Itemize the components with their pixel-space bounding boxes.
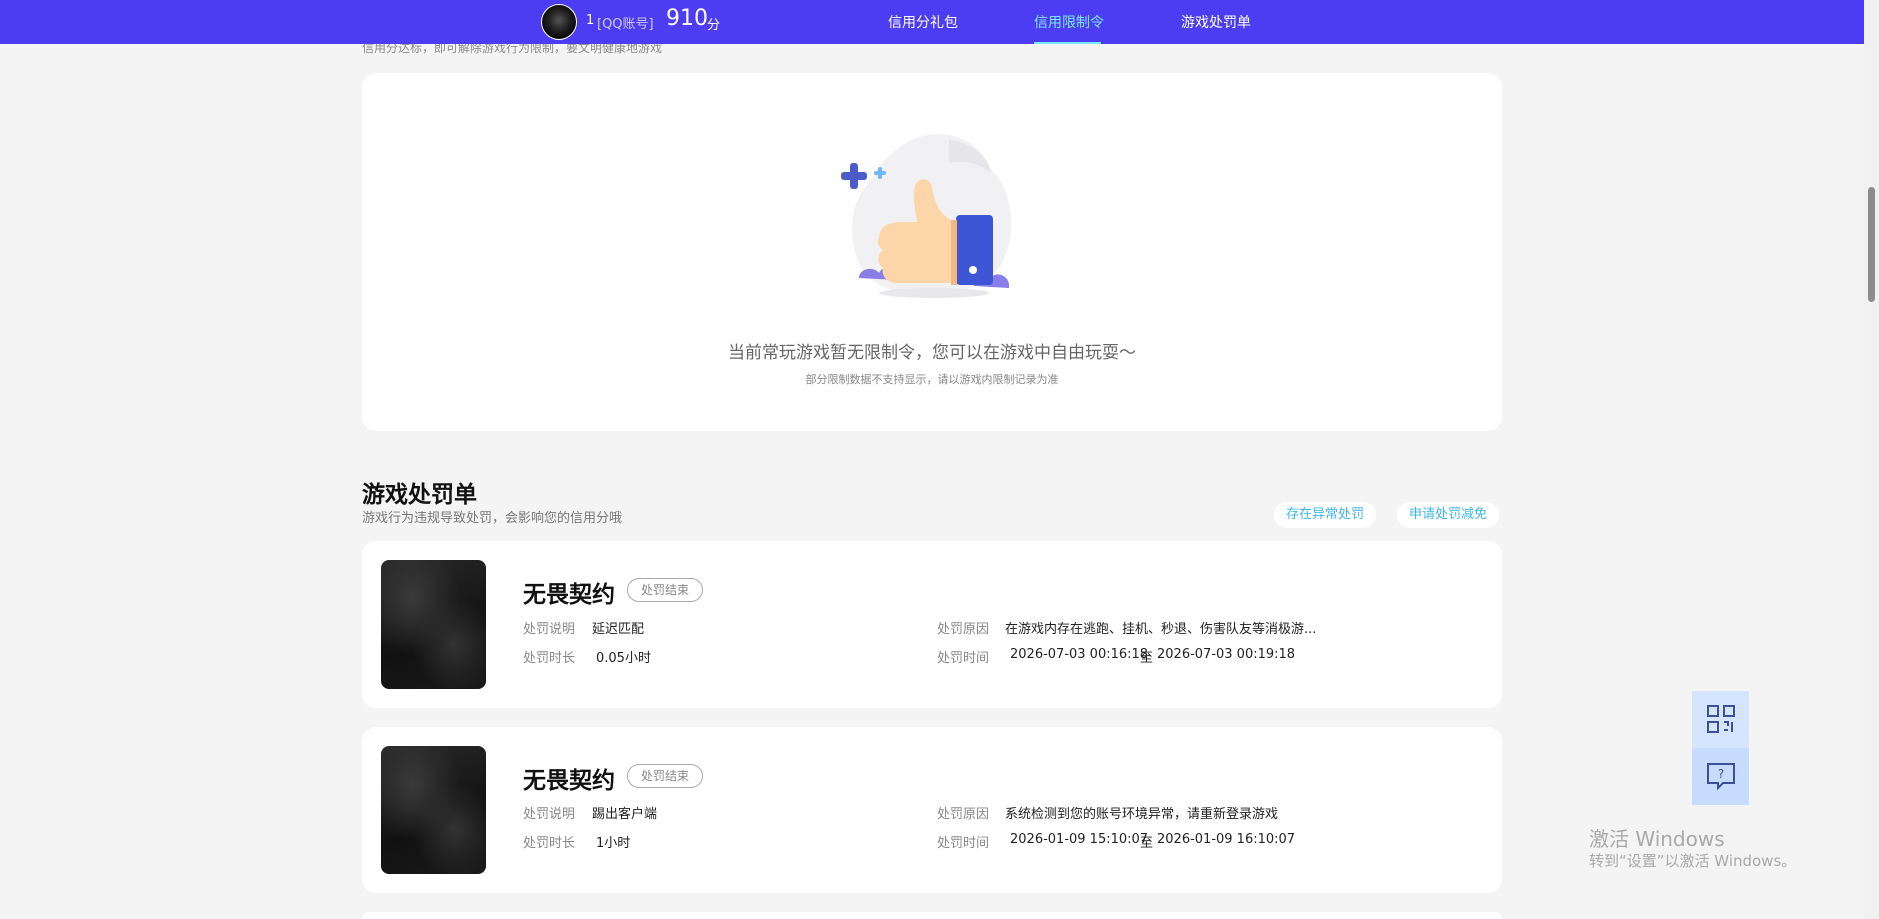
penalty-card[interactable]: 无畏契约 处罚结束 处罚说明 延迟匹配 处罚时长 0.05小时 处罚原因 在游戏… [362,541,1502,708]
desc-value: 延迟匹配 [592,622,645,637]
game-thumbnail [381,746,486,874]
time-to: 至 [1140,836,1154,851]
reason-label: 处罚原因 [937,807,990,822]
reason-value: 在游戏内存在逃跑、挂机、秒退、伤害队友等消极游... [1005,622,1317,637]
no-restriction-message: 当前常玩游戏暂无限制令，您可以在游戏中自由玩耍～ [728,343,1136,363]
top-nav-bar: 1 [QQ账号] 910 分 信用分礼包 信用限制令 游戏处罚单 [0,0,1864,44]
qr-code-button[interactable] [1692,691,1749,748]
scrollbar-track[interactable] [1864,0,1879,919]
restriction-empty-panel: 当前常玩游戏暂无限制令，您可以在游戏中自由玩耍～ 部分限制数据不支持显示，请以游… [362,73,1502,431]
desc-label: 处罚说明 [523,622,576,637]
apply-reduction-button[interactable]: 申请处罚减免 [1397,502,1500,528]
time-start: 2026-07-03 00:16:18 [1010,647,1149,662]
time-label: 处罚时间 [937,651,990,666]
game-name: 无畏契约 [523,768,615,794]
avatar[interactable] [541,4,577,40]
duration-label: 处罚时长 [523,651,576,666]
status-badge: 处罚结束 [627,764,704,788]
duration-value: 0.05小时 [596,651,651,666]
reason-value: 系统检测到您的账号环境异常，请重新登录游戏 [1005,807,1279,822]
penalty-section-subtitle: 游戏行为违规导致处罚，会影响您的信用分哦 [362,511,623,526]
account-type: [QQ账号] [597,17,654,32]
time-label: 处罚时间 [937,836,990,851]
windows-activation-hint: 转到“设置”以激活 Windows。 [1589,852,1797,870]
nav-game-penalty[interactable]: 游戏处罚单 [1181,12,1251,32]
svg-text:?: ? [1718,767,1724,781]
desc-value: 踢出客户端 [592,807,658,822]
reason-label: 处罚原因 [937,622,990,637]
question-chat-icon: ? [1707,763,1735,791]
nav-credit-gift[interactable]: 信用分礼包 [888,12,958,32]
game-name: 无畏契约 [523,582,615,608]
penalty-card[interactable]: 无畏契约 处罚结束 处罚说明 踢出客户端 处罚时长 1小时 处罚原因 系统检测到… [362,727,1502,893]
time-end: 2026-07-03 00:19:18 [1157,647,1296,662]
status-badge: 处罚结束 [627,578,704,602]
windows-activation-title: 激活 Windows [1589,827,1725,851]
time-start: 2026-01-09 15:10:07 [1010,832,1149,847]
duration-value: 1小时 [596,836,631,851]
duration-label: 处罚时长 [523,836,576,851]
credit-score-unit: 分 [707,18,721,33]
time-to: 至 [1140,651,1154,666]
active-tab-indicator [1034,42,1101,44]
qr-code-icon [1707,705,1735,733]
abnormal-penalty-button[interactable]: 存在异常处罚 [1274,502,1377,528]
desc-label: 处罚说明 [523,807,576,822]
game-thumbnail [381,560,486,689]
time-end: 2026-01-09 16:10:07 [1157,832,1296,847]
penalty-card[interactable] [362,912,1502,919]
feedback-button[interactable]: ? [1692,748,1749,805]
nav-credit-restriction[interactable]: 信用限制令 [1034,12,1104,32]
thumbs-up-illustration-icon [841,134,1012,298]
penalty-section-title: 游戏处罚单 [362,482,477,508]
no-restriction-note: 部分限制数据不支持显示，请以游戏内限制记录为准 [805,373,1059,386]
account-id: 1 [586,13,595,28]
scrollbar-thumb[interactable] [1868,187,1875,302]
credit-score: 910 [666,6,708,31]
